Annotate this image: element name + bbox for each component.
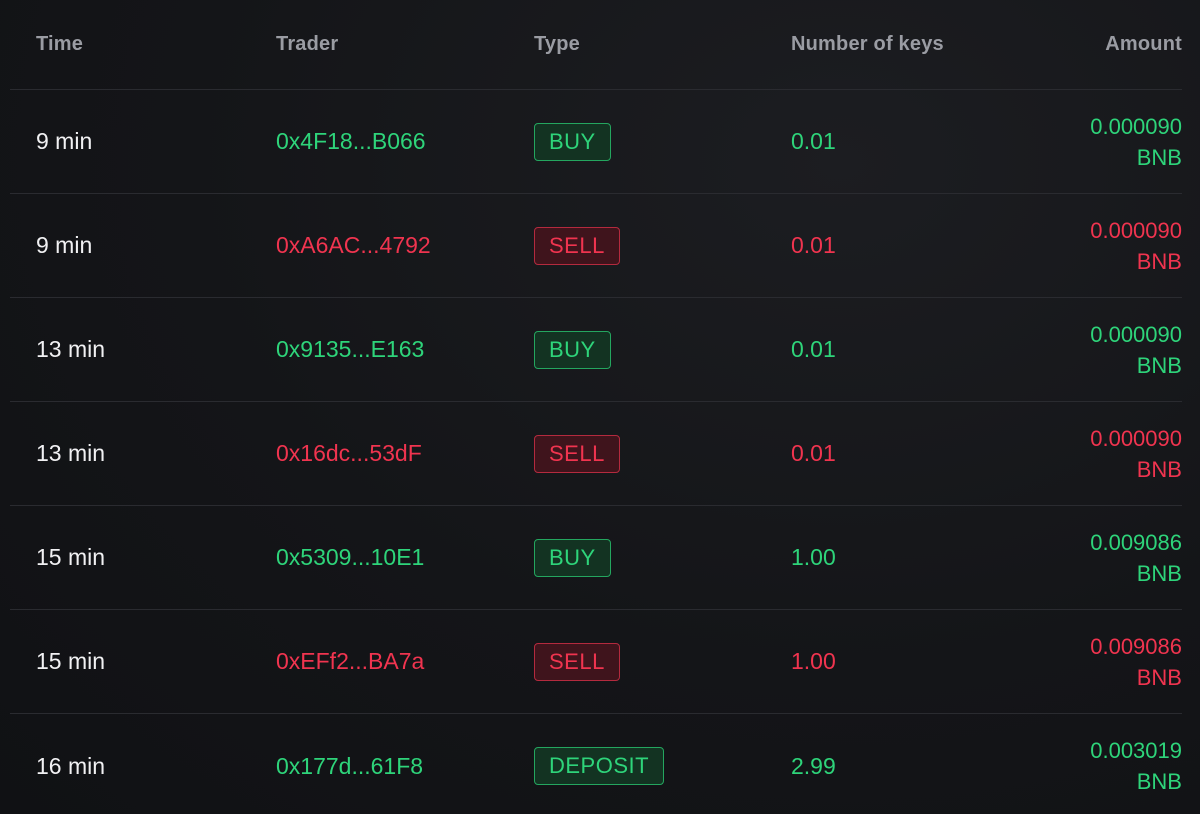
amount-currency: BNB — [1136, 664, 1182, 690]
amount-cell: 0.000090 BNB — [1005, 111, 1182, 173]
trader-address-link[interactable]: 0x16dc...53dF — [276, 440, 422, 466]
trader-address-link[interactable]: 0x9135...E163 — [276, 336, 424, 362]
number-of-keys: 0.01 — [791, 232, 836, 258]
header-type: Type — [534, 33, 580, 55]
type-badge-sell: SELL — [534, 434, 620, 473]
amount-currency: BNB — [1136, 456, 1182, 482]
trader-address-link[interactable]: 0x4F18...B066 — [276, 128, 426, 154]
amount-cell: 0.003019 BNB — [1005, 735, 1182, 797]
type-badge-buy: BUY — [534, 122, 611, 161]
amount-value: 0.000090 — [1090, 321, 1182, 347]
number-of-keys: 1.00 — [791, 648, 836, 674]
amount-currency: BNB — [1136, 144, 1182, 170]
amount-currency: BNB — [1136, 248, 1182, 274]
table-row: 13 min 0x9135...E163 BUY 0.01 0.000090 B… — [10, 298, 1182, 402]
header-number-of-keys: Number of keys — [791, 33, 944, 55]
type-badge-buy: BUY — [534, 330, 611, 369]
type-badge-sell: SELL — [534, 226, 620, 265]
row-time: 9 min — [36, 232, 93, 258]
row-time: 15 min — [36, 648, 106, 674]
row-time: 13 min — [36, 440, 106, 466]
row-time: 13 min — [36, 336, 106, 362]
table-row: 9 min 0x4F18...B066 BUY 0.01 0.000090 BN… — [10, 90, 1182, 194]
amount-value: 0.009086 — [1090, 633, 1182, 659]
amount-cell: 0.009086 BNB — [1005, 527, 1182, 589]
table-row: 13 min 0x16dc...53dF SELL 0.01 0.000090 … — [10, 402, 1182, 506]
type-badge-deposit: DEPOSIT — [534, 747, 665, 785]
amount-currency: BNB — [1136, 560, 1182, 586]
table-row: 15 min 0xEFf2...BA7a SELL 1.00 0.009086 … — [10, 610, 1182, 714]
number-of-keys: 0.01 — [791, 336, 836, 362]
amount-value: 0.000090 — [1090, 113, 1182, 139]
row-time: 15 min — [36, 544, 106, 570]
amount-cell: 0.000090 BNB — [1005, 423, 1182, 485]
amount-currency: BNB — [1136, 352, 1182, 378]
type-badge-buy: BUY — [534, 538, 611, 577]
amount-value: 0.000090 — [1090, 425, 1182, 451]
number-of-keys: 0.01 — [791, 128, 836, 154]
type-badge-sell: SELL — [534, 642, 620, 681]
table-row: 9 min 0xA6AC...4792 SELL 0.01 0.000090 B… — [10, 194, 1182, 298]
number-of-keys: 0.01 — [791, 440, 836, 466]
table-row: 15 min 0x5309...10E1 BUY 1.00 0.009086 B… — [10, 506, 1182, 610]
amount-cell: 0.000090 BNB — [1005, 215, 1182, 277]
trades-page: Time Trader Type Number of keys Amount 9… — [0, 0, 1200, 814]
trader-address-link[interactable]: 0xEFf2...BA7a — [276, 648, 424, 674]
trader-address-link[interactable]: 0x177d...61F8 — [276, 753, 423, 779]
header-amount: Amount — [1105, 33, 1182, 55]
trader-address-link[interactable]: 0xA6AC...4792 — [276, 232, 431, 258]
amount-value: 0.003019 — [1090, 738, 1182, 763]
row-time: 16 min — [36, 752, 106, 779]
row-time: 9 min — [36, 128, 93, 154]
amount-value: 0.000090 — [1090, 217, 1182, 243]
header-time: Time — [36, 33, 84, 55]
table-row: 16 min 0x177d...61F8 DEPOSIT 2.99 0.0030… — [10, 714, 1182, 814]
number-of-keys: 1.00 — [791, 544, 836, 570]
amount-cell: 0.000090 BNB — [1005, 319, 1182, 381]
trader-address-link[interactable]: 0x5309...10E1 — [276, 544, 424, 570]
number-of-keys: 2.99 — [791, 752, 836, 779]
trades-table: Time Trader Type Number of keys Amount 9… — [10, 0, 1182, 814]
table-header: Time Trader Type Number of keys Amount — [10, 0, 1182, 90]
header-trader: Trader — [276, 33, 339, 55]
amount-currency: BNB — [1136, 769, 1182, 794]
amount-value: 0.009086 — [1090, 529, 1182, 555]
amount-cell: 0.009086 BNB — [1005, 631, 1182, 693]
